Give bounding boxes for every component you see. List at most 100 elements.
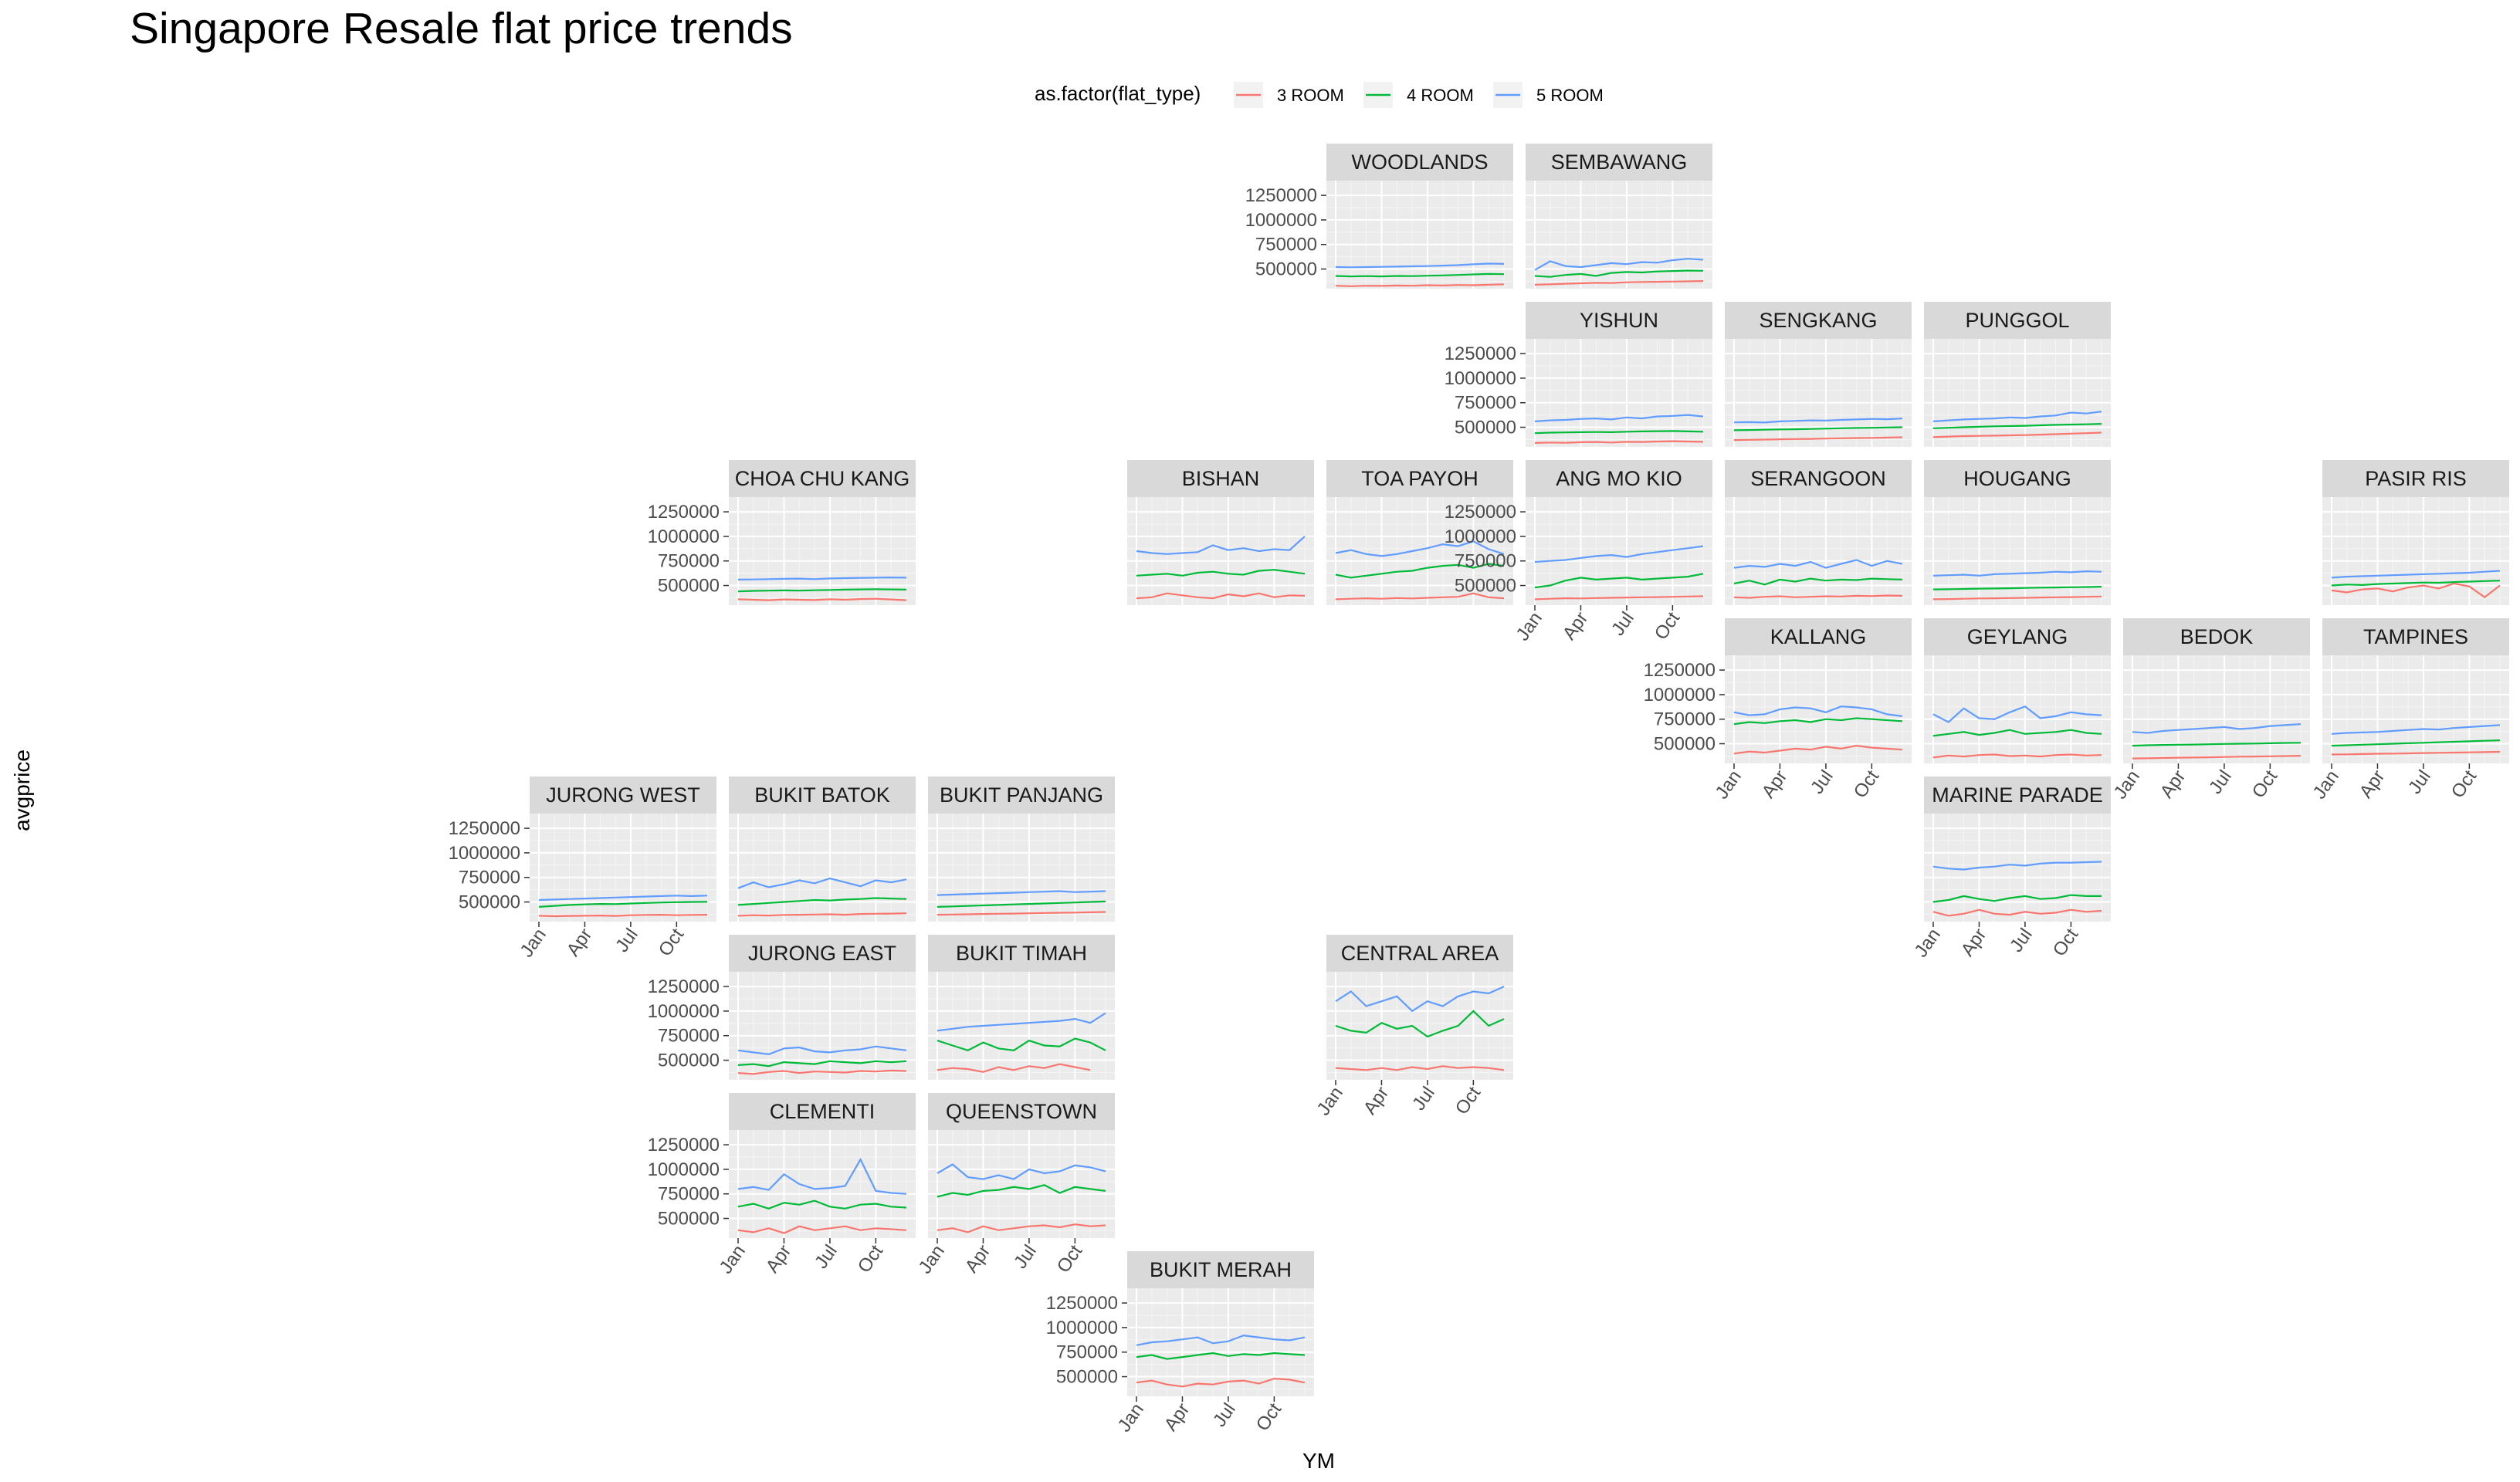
facet-label: CHOA CHU KANG	[735, 467, 910, 490]
panel-bukit-panjang: BUKIT PANJANG	[928, 777, 1115, 922]
panel-punggol: PUNGGOL	[1924, 302, 2111, 447]
x-tick-label: Apr	[1957, 925, 1991, 960]
x-tick-label: Oct	[2447, 766, 2481, 802]
y-tick-label: 1000000	[449, 843, 520, 864]
y-tick-label: 1250000	[648, 976, 720, 997]
x-tick-label: Jan	[1911, 925, 1945, 961]
x-tick-label: Jul	[811, 1241, 842, 1273]
panel-central-area: CENTRAL AREA Jan Apr Jul Oct	[1313, 935, 1513, 1119]
facet-label: CLEMENTI	[770, 1100, 876, 1123]
legend: as.factor(flat_type) 3 ROOM 4 ROOM 5 ROOM	[1035, 82, 1604, 108]
y-tick-label: 500000	[1455, 576, 1516, 597]
y-tick-label: 1000000	[1644, 685, 1716, 705]
x-tick-label: Jul	[611, 925, 642, 956]
panel-background	[928, 814, 1115, 922]
y-tick-label: 1000000	[648, 1159, 720, 1180]
y-tick-label: 750000	[658, 551, 720, 572]
panel-background	[1924, 814, 2111, 922]
x-tick-label: Apr	[1758, 766, 1792, 802]
x-tick-label: Jul	[1607, 608, 1638, 640]
y-tick-label: 500000	[459, 892, 520, 913]
panel-choa-chu-kang: CHOA CHU KANG 500000 750000 1000000 1250000	[648, 460, 916, 605]
x-tick-label: Apr	[2156, 766, 2190, 802]
y-tick-label: 1250000	[1445, 502, 1516, 523]
panel-hougang: HOUGANG	[1924, 460, 2111, 605]
x-tick-label: Jul	[2006, 925, 2037, 956]
legend-title: as.factor(flat_type)	[1035, 82, 1201, 105]
panel-queenstown: QUEENSTOWN Jan Apr Jul Oct	[915, 1093, 1115, 1277]
y-tick-label: 500000	[1654, 734, 1716, 755]
facet-label: ANG MO KIO	[1556, 467, 1682, 490]
y-tick-label: 750000	[658, 1184, 720, 1205]
x-tick-label: Jul	[1807, 766, 1838, 798]
x-tick-label: Oct	[655, 925, 689, 960]
panel-background	[928, 1130, 1115, 1238]
x-tick-label: Jan	[716, 1241, 750, 1277]
panel-clementi: CLEMENTI 500000 750000 1000000 1250000 Jan Apr…	[648, 1093, 916, 1277]
panel-kallang: KALLANG 500000 750000 1000000 1250000 Jan Apr J…	[1644, 618, 1912, 803]
facet-label: BUKIT MERAH	[1150, 1258, 1292, 1281]
panel-background	[729, 1130, 916, 1238]
y-tick-label: 500000	[658, 1051, 720, 1071]
y-tick-label: 1250000	[1445, 343, 1516, 364]
x-tick-label: Oct	[2248, 766, 2282, 802]
facet-label: PUNGGOL	[1965, 309, 2069, 332]
y-tick-label: 1000000	[1245, 210, 1317, 231]
x-tick-label: Apr	[1559, 608, 1593, 644]
facet-label: SENGKANG	[1759, 309, 1877, 332]
y-tick-label: 500000	[658, 1209, 720, 1230]
facet-panels: WOODLANDS 500000 750000 1000000 1250000 SEMBA…	[449, 144, 2509, 1436]
x-tick-label: Oct	[1651, 608, 1685, 644]
facet-label: JURONG EAST	[748, 942, 896, 965]
x-tick-label: Oct	[1850, 766, 1884, 802]
facet-label: TAMPINES	[2363, 625, 2468, 648]
y-tick-label: 1000000	[1046, 1318, 1118, 1338]
x-tick-label: Oct	[854, 1241, 888, 1277]
panel-background	[729, 972, 916, 1080]
y-tick-label: 750000	[1455, 551, 1516, 572]
y-tick-label: 1250000	[648, 502, 720, 523]
panel-background	[729, 814, 916, 922]
x-tick-label: Jul	[2205, 766, 2236, 798]
chart-title: Singapore Resale flat price trends	[130, 4, 793, 53]
y-tick-label: 1250000	[648, 1135, 720, 1155]
x-tick-label: Jul	[1408, 1083, 1439, 1115]
legend-label-4-room: 4 ROOM	[1407, 86, 1474, 105]
panel-bukit-merah: BUKIT MERAH 500000 750000 1000000 1250000 Jan…	[1046, 1251, 1314, 1436]
x-tick-label: Jan	[517, 925, 550, 961]
y-tick-label: 500000	[1255, 259, 1317, 280]
facet-label: WOODLANDS	[1351, 151, 1488, 174]
panel-background	[1127, 497, 1314, 605]
y-tick-label: 750000	[1455, 393, 1516, 414]
panel-background	[1326, 972, 1513, 1080]
y-tick-label: 1250000	[1644, 660, 1716, 681]
x-tick-label: Jan	[2309, 766, 2343, 803]
facet-label: BUKIT BATOK	[754, 783, 890, 807]
panel-background	[2322, 497, 2509, 605]
panel-bukit-timah: BUKIT TIMAH	[928, 935, 1115, 1080]
x-tick-label: Oct	[1252, 1399, 1286, 1435]
facet-label: HOUGANG	[1963, 467, 2071, 490]
chart-canvas: Singapore Resale flat price trends YM av…	[10, 4, 2509, 1473]
facet-label: BUKIT TIMAH	[956, 942, 1087, 965]
panel-background	[2322, 655, 2509, 763]
facet-label: GEYLANG	[1967, 625, 2068, 648]
y-tick-label: 1000000	[648, 526, 720, 547]
y-axis-label: avgprice	[10, 749, 34, 831]
panel-marine-parade: MARINE PARADE Jan Apr Jul Oct	[1911, 777, 2111, 961]
y-tick-label: 1000000	[1445, 526, 1516, 547]
x-tick-label: Jan	[2110, 766, 2144, 803]
y-tick-label: 1250000	[449, 818, 520, 839]
panel-bedok: BEDOK Jan Apr Jul Oct	[2110, 618, 2310, 803]
panel-background	[1526, 497, 1712, 605]
facet-label: JURONG WEST	[546, 783, 700, 807]
x-tick-label: Oct	[2049, 925, 2083, 960]
x-tick-label: Jan	[1114, 1399, 1148, 1436]
x-tick-label: Apr	[563, 925, 597, 960]
x-tick-label: Oct	[1451, 1083, 1485, 1118]
x-tick-label: Jan	[1313, 1083, 1347, 1119]
panel-background	[928, 972, 1115, 1080]
facet-label: CENTRAL AREA	[1341, 942, 1499, 965]
y-tick-label: 1000000	[1445, 368, 1516, 389]
facet-label: SERANGOON	[1750, 467, 1886, 490]
